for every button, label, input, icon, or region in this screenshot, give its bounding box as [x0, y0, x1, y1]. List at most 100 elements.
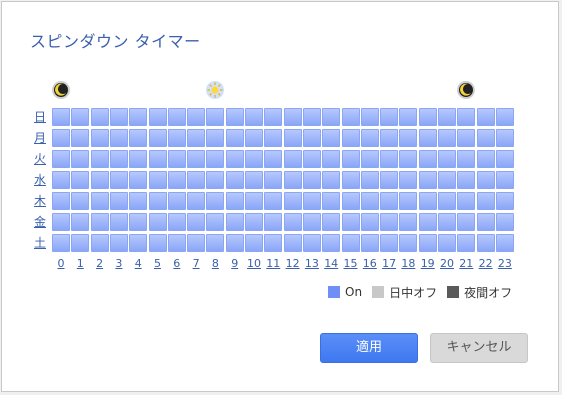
schedule-cell[interactable]	[71, 234, 90, 252]
schedule-cell[interactable]	[283, 108, 302, 126]
schedule-cell[interactable]	[206, 129, 225, 147]
hour-label[interactable]: 10	[244, 257, 264, 270]
hour-label[interactable]: 16	[360, 257, 380, 270]
schedule-cell[interactable]	[360, 150, 379, 168]
schedule-cell[interactable]	[283, 150, 302, 168]
hour-label[interactable]: 8	[205, 257, 225, 270]
schedule-cell[interactable]	[148, 213, 167, 231]
schedule-cell[interactable]	[476, 171, 495, 189]
schedule-cell[interactable]	[129, 192, 148, 210]
schedule-cell[interactable]	[129, 213, 148, 231]
hour-label[interactable]: 14	[321, 257, 341, 270]
schedule-cell[interactable]	[167, 150, 186, 168]
schedule-cell[interactable]	[71, 192, 90, 210]
schedule-cell[interactable]	[380, 150, 399, 168]
schedule-cell[interactable]	[109, 150, 128, 168]
hour-label[interactable]: 5	[148, 257, 168, 270]
schedule-cell[interactable]	[283, 234, 302, 252]
schedule-cell[interactable]	[380, 129, 399, 147]
day-label[interactable]: 火	[32, 150, 48, 168]
schedule-cell[interactable]	[457, 171, 476, 189]
schedule-cell[interactable]	[380, 234, 399, 252]
schedule-cell[interactable]	[167, 171, 186, 189]
schedule-cell[interactable]	[90, 192, 109, 210]
hour-label[interactable]: 2	[90, 257, 110, 270]
schedule-cell[interactable]	[187, 192, 206, 210]
schedule-cell[interactable]	[302, 171, 321, 189]
schedule-cell[interactable]	[418, 234, 437, 252]
schedule-cell[interactable]	[90, 129, 109, 147]
schedule-cell[interactable]	[360, 234, 379, 252]
schedule-cell[interactable]	[187, 108, 206, 126]
schedule-cell[interactable]	[438, 171, 456, 189]
schedule-cell[interactable]	[264, 108, 283, 126]
hour-label[interactable]: 18	[398, 257, 418, 270]
schedule-cell[interactable]	[71, 150, 90, 168]
schedule-cell[interactable]	[225, 171, 244, 189]
schedule-cell[interactable]	[206, 213, 225, 231]
schedule-cell[interactable]	[341, 171, 360, 189]
schedule-cell[interactable]	[438, 234, 456, 252]
schedule-cell[interactable]	[283, 129, 302, 147]
schedule-cell[interactable]	[148, 108, 167, 126]
schedule-cell[interactable]	[206, 171, 225, 189]
hour-label[interactable]: 23	[495, 257, 515, 270]
schedule-cell[interactable]	[341, 192, 360, 210]
hour-label[interactable]: 9	[225, 257, 245, 270]
schedule-cell[interactable]	[264, 129, 283, 147]
cancel-button[interactable]: キャンセル	[430, 333, 528, 363]
schedule-cell[interactable]	[90, 234, 109, 252]
schedule-cell[interactable]	[341, 108, 360, 126]
day-label[interactable]: 水	[32, 171, 48, 189]
schedule-cell[interactable]	[341, 234, 360, 252]
schedule-cell[interactable]	[225, 192, 244, 210]
schedule-cell[interactable]	[129, 129, 148, 147]
schedule-cell[interactable]	[380, 213, 399, 231]
schedule-cell[interactable]	[302, 129, 321, 147]
schedule-cell[interactable]	[90, 108, 109, 126]
schedule-cell[interactable]	[322, 213, 341, 231]
hour-label[interactable]: 12	[283, 257, 303, 270]
schedule-cell[interactable]	[399, 171, 418, 189]
schedule-cell[interactable]	[341, 129, 360, 147]
schedule-cell[interactable]	[302, 108, 321, 126]
hour-label[interactable]: 17	[379, 257, 399, 270]
schedule-cell[interactable]	[245, 108, 263, 126]
schedule-cell[interactable]	[206, 150, 225, 168]
schedule-cell[interactable]	[109, 192, 128, 210]
schedule-cell[interactable]	[90, 150, 109, 168]
hour-label[interactable]: 1	[70, 257, 90, 270]
schedule-cell[interactable]	[52, 234, 70, 252]
schedule-cell[interactable]	[206, 234, 225, 252]
schedule-cell[interactable]	[302, 234, 321, 252]
day-label[interactable]: 日	[32, 108, 48, 126]
schedule-cell[interactable]	[187, 171, 206, 189]
schedule-cell[interactable]	[52, 150, 70, 168]
schedule-cell[interactable]	[129, 234, 148, 252]
schedule-cell[interactable]	[187, 234, 206, 252]
schedule-cell[interactable]	[225, 129, 244, 147]
schedule-cell[interactable]	[495, 192, 514, 210]
hour-label[interactable]: 21	[456, 257, 476, 270]
hour-label[interactable]: 20	[437, 257, 457, 270]
schedule-cell[interactable]	[302, 213, 321, 231]
schedule-cell[interactable]	[418, 171, 437, 189]
schedule-cell[interactable]	[129, 171, 148, 189]
schedule-cell[interactable]	[495, 150, 514, 168]
hour-label[interactable]: 4	[128, 257, 148, 270]
schedule-cell[interactable]	[167, 108, 186, 126]
schedule-cell[interactable]	[167, 213, 186, 231]
schedule-cell[interactable]	[438, 150, 456, 168]
schedule-cell[interactable]	[264, 234, 283, 252]
schedule-cell[interactable]	[148, 171, 167, 189]
schedule-cell[interactable]	[457, 108, 476, 126]
schedule-cell[interactable]	[129, 108, 148, 126]
schedule-cell[interactable]	[438, 192, 456, 210]
hour-label[interactable]: 15	[341, 257, 361, 270]
hour-label[interactable]: 0	[51, 257, 71, 270]
schedule-cell[interactable]	[457, 129, 476, 147]
schedule-cell[interactable]	[380, 192, 399, 210]
schedule-cell[interactable]	[109, 108, 128, 126]
schedule-cell[interactable]	[341, 150, 360, 168]
schedule-cell[interactable]	[225, 234, 244, 252]
